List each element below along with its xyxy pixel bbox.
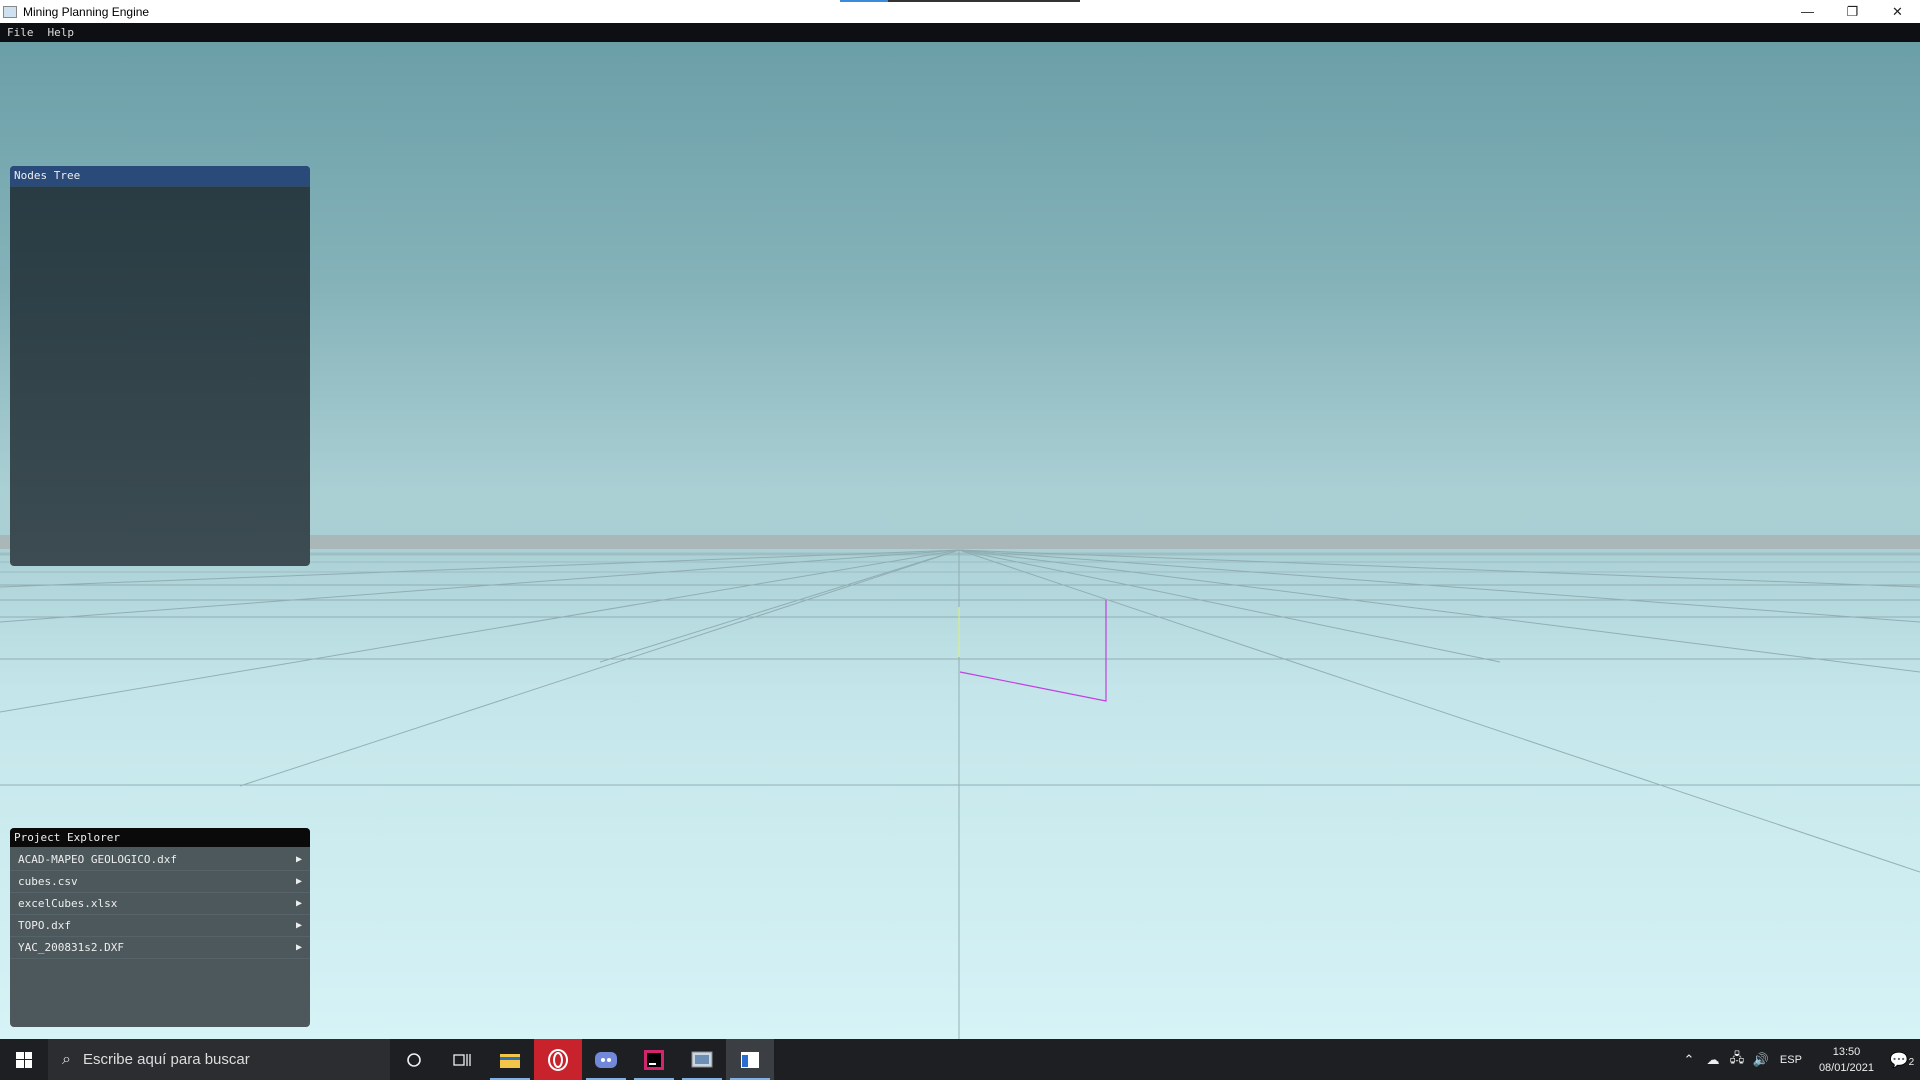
clock-date: 08/01/2021 [1818, 1061, 1874, 1074]
maximize-button[interactable]: ❐ [1830, 0, 1875, 23]
intellij-icon[interactable] [630, 1039, 678, 1080]
app-icon [3, 5, 17, 18]
notification-icon[interactable]: 💬2 [1884, 1051, 1920, 1069]
project-explorer-panel[interactable]: Project Explorer ACAD-MAPEO GEOLOGICO.dx… [10, 828, 310, 1027]
search-placeholder: Escribe aquí para buscar [82, 1051, 250, 1068]
title-bar: Mining Planning Engine — ❐ ✕ [0, 0, 1920, 23]
cortana-icon[interactable] [390, 1039, 438, 1080]
taskbar: ⌕ Escribe aquí para buscar ⌃ ☁ 🖧 🔊 ESP 1… [0, 1039, 1920, 1080]
expand-arrow-icon[interactable]: ▶ [296, 854, 302, 865]
chevron-up-icon[interactable]: ⌃ [1677, 1052, 1701, 1068]
system-tray: ⌃ ☁ 🖧 🔊 ESP 13:50 08/01/2021 💬2 [1677, 1039, 1920, 1080]
volume-icon[interactable]: 🔊 [1749, 1052, 1773, 1068]
app-icon[interactable] [678, 1039, 726, 1080]
menu-file[interactable]: File [2, 26, 41, 39]
title-progress [840, 0, 1080, 2]
close-button[interactable]: ✕ [1875, 0, 1920, 23]
list-item[interactable]: excelCubes.xlsx ▶ [10, 893, 310, 915]
opera-icon[interactable] [534, 1039, 582, 1080]
axis-gizmo [959, 600, 1107, 702]
menu-bar: File Help [0, 23, 1920, 42]
list-item[interactable]: YAC_200831s2.DXF ▶ [10, 937, 310, 959]
onedrive-icon[interactable]: ☁ [1701, 1052, 1725, 1068]
expand-arrow-icon[interactable]: ▶ [296, 942, 302, 953]
discord-icon[interactable] [582, 1039, 630, 1080]
nodes-tree-title[interactable]: Nodes Tree [10, 166, 310, 187]
file-name: YAC_200831s2.DXF [18, 941, 124, 954]
list-item[interactable]: cubes.csv ▶ [10, 871, 310, 893]
nodes-tree-panel[interactable]: Nodes Tree [10, 166, 310, 566]
windows-icon [16, 1051, 32, 1068]
mining-engine-icon[interactable] [726, 1039, 774, 1080]
file-name: cubes.csv [18, 875, 78, 888]
task-view-icon[interactable] [438, 1039, 486, 1080]
notification-count: 2 [1908, 1056, 1915, 1068]
file-explorer-icon[interactable] [486, 1039, 534, 1080]
expand-arrow-icon[interactable]: ▶ [296, 920, 302, 931]
clock[interactable]: 13:50 08/01/2021 [1809, 1044, 1884, 1076]
window-title: Mining Planning Engine [23, 4, 150, 19]
file-name: TOPO.dxf [18, 919, 71, 932]
clock-time: 13:50 [1832, 1045, 1861, 1058]
expand-arrow-icon[interactable]: ▶ [296, 898, 302, 909]
start-button[interactable] [0, 1039, 48, 1080]
language-indicator[interactable]: ESP [1773, 1054, 1809, 1066]
network-icon[interactable]: 🖧 [1725, 1049, 1749, 1071]
menu-help[interactable]: Help [43, 26, 82, 39]
minimize-button[interactable]: — [1785, 0, 1830, 23]
file-name: ACAD-MAPEO GEOLOGICO.dxf [18, 853, 177, 866]
taskbar-search[interactable]: ⌕ Escribe aquí para buscar [48, 1039, 390, 1080]
file-name: excelCubes.xlsx [18, 897, 118, 910]
expand-arrow-icon[interactable]: ▶ [296, 876, 302, 887]
project-explorer-title[interactable]: Project Explorer [10, 828, 310, 847]
list-item[interactable]: ACAD-MAPEO GEOLOGICO.dxf ▶ [10, 849, 310, 871]
list-item[interactable]: TOPO.dxf ▶ [10, 915, 310, 937]
search-icon: ⌕ [62, 1050, 71, 1068]
3d-viewport[interactable]: Nodes Tree Project Explorer ACAD-MAPEO G… [0, 42, 1920, 1039]
